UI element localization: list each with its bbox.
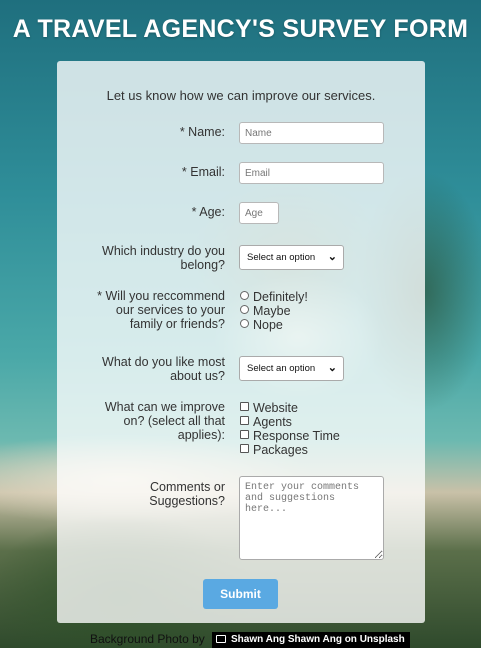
improve-option[interactable]: Response Time — [240, 429, 340, 443]
camera-icon — [216, 635, 226, 643]
checkbox[interactable] — [240, 402, 249, 411]
recommend-option-label: Definitely! — [253, 290, 308, 304]
recommend-option[interactable]: Nope — [240, 318, 283, 332]
name-label: * Name: — [179, 125, 225, 139]
recommend-label-line2: our services to your — [115, 303, 225, 317]
improve-label-line3: applies): — [177, 428, 225, 442]
industry-select[interactable]: Select an option ⌄ — [239, 245, 344, 270]
recommend-label-line1: * Will you reccommend — [97, 289, 225, 303]
radio-button[interactable] — [240, 291, 249, 300]
recommend-option-label: Maybe — [253, 304, 291, 318]
form-intro: Let us know how we can improve our servi… — [106, 88, 376, 103]
chevron-down-icon: ⌄ — [327, 362, 337, 374]
comments-label-line1: Comments or — [149, 480, 225, 494]
like-most-label-line2: about us? — [170, 369, 225, 383]
improve-option[interactable]: Packages — [240, 443, 308, 457]
recommend-option[interactable]: Maybe — [240, 304, 291, 318]
comments-label-line2: Suggestions? — [149, 494, 225, 508]
name-input[interactable] — [239, 122, 384, 144]
email-input[interactable] — [239, 162, 384, 184]
like-most-label-line1: What do you like most — [102, 355, 225, 369]
improve-label-line2: on? (select all that — [123, 414, 225, 428]
improve-option-label: Response Time — [253, 429, 340, 443]
recommend-label: * Will you reccommend our services to yo… — [97, 289, 225, 331]
radio-button[interactable] — [240, 319, 249, 328]
improve-option-label: Website — [253, 401, 298, 415]
checkbox[interactable] — [240, 444, 249, 453]
improve-option-label: Packages — [253, 443, 308, 457]
checkbox[interactable] — [240, 416, 249, 425]
industry-label: Which industry do you belong? — [102, 244, 225, 272]
industry-label-line1: Which industry do you — [102, 244, 225, 258]
page-title: A TRAVEL AGENCY'S SURVEY FORM — [12, 15, 469, 43]
photo-credit: Background Photo by — [90, 632, 205, 646]
checkbox[interactable] — [240, 430, 249, 439]
survey-form: Let us know how we can improve our servi… — [57, 61, 425, 623]
unsplash-credit-link[interactable]: Shawn Ang Shawn Ang on Unsplash — [212, 632, 410, 648]
improve-option[interactable]: Website — [240, 401, 298, 415]
recommend-label-line3: family or friends? — [129, 317, 225, 331]
improve-option-label: Agents — [253, 415, 292, 429]
age-label: * Age: — [191, 205, 225, 219]
chevron-down-icon: ⌄ — [327, 251, 337, 263]
like-most-select-value: Select an option — [247, 363, 316, 374]
unsplash-credit-text: Shawn Ang Shawn Ang on Unsplash — [231, 634, 405, 645]
recommend-option-label: Nope — [253, 318, 283, 332]
like-most-label: What do you like most about us? — [102, 355, 225, 383]
submit-button[interactable]: Submit — [203, 579, 278, 609]
improve-option[interactable]: Agents — [240, 415, 292, 429]
radio-button[interactable] — [240, 305, 249, 314]
industry-select-value: Select an option — [247, 252, 316, 263]
industry-label-line2: belong? — [180, 258, 226, 272]
comments-label: Comments or Suggestions? — [149, 480, 225, 508]
improve-label: What can we improve on? (select all that… — [105, 400, 225, 442]
improve-label-line1: What can we improve — [104, 400, 225, 414]
comments-textarea[interactable] — [239, 476, 384, 560]
recommend-option[interactable]: Definitely! — [240, 290, 308, 304]
age-input[interactable] — [239, 202, 279, 224]
like-most-select[interactable]: Select an option ⌄ — [239, 356, 344, 381]
email-label: * Email: — [181, 165, 225, 179]
